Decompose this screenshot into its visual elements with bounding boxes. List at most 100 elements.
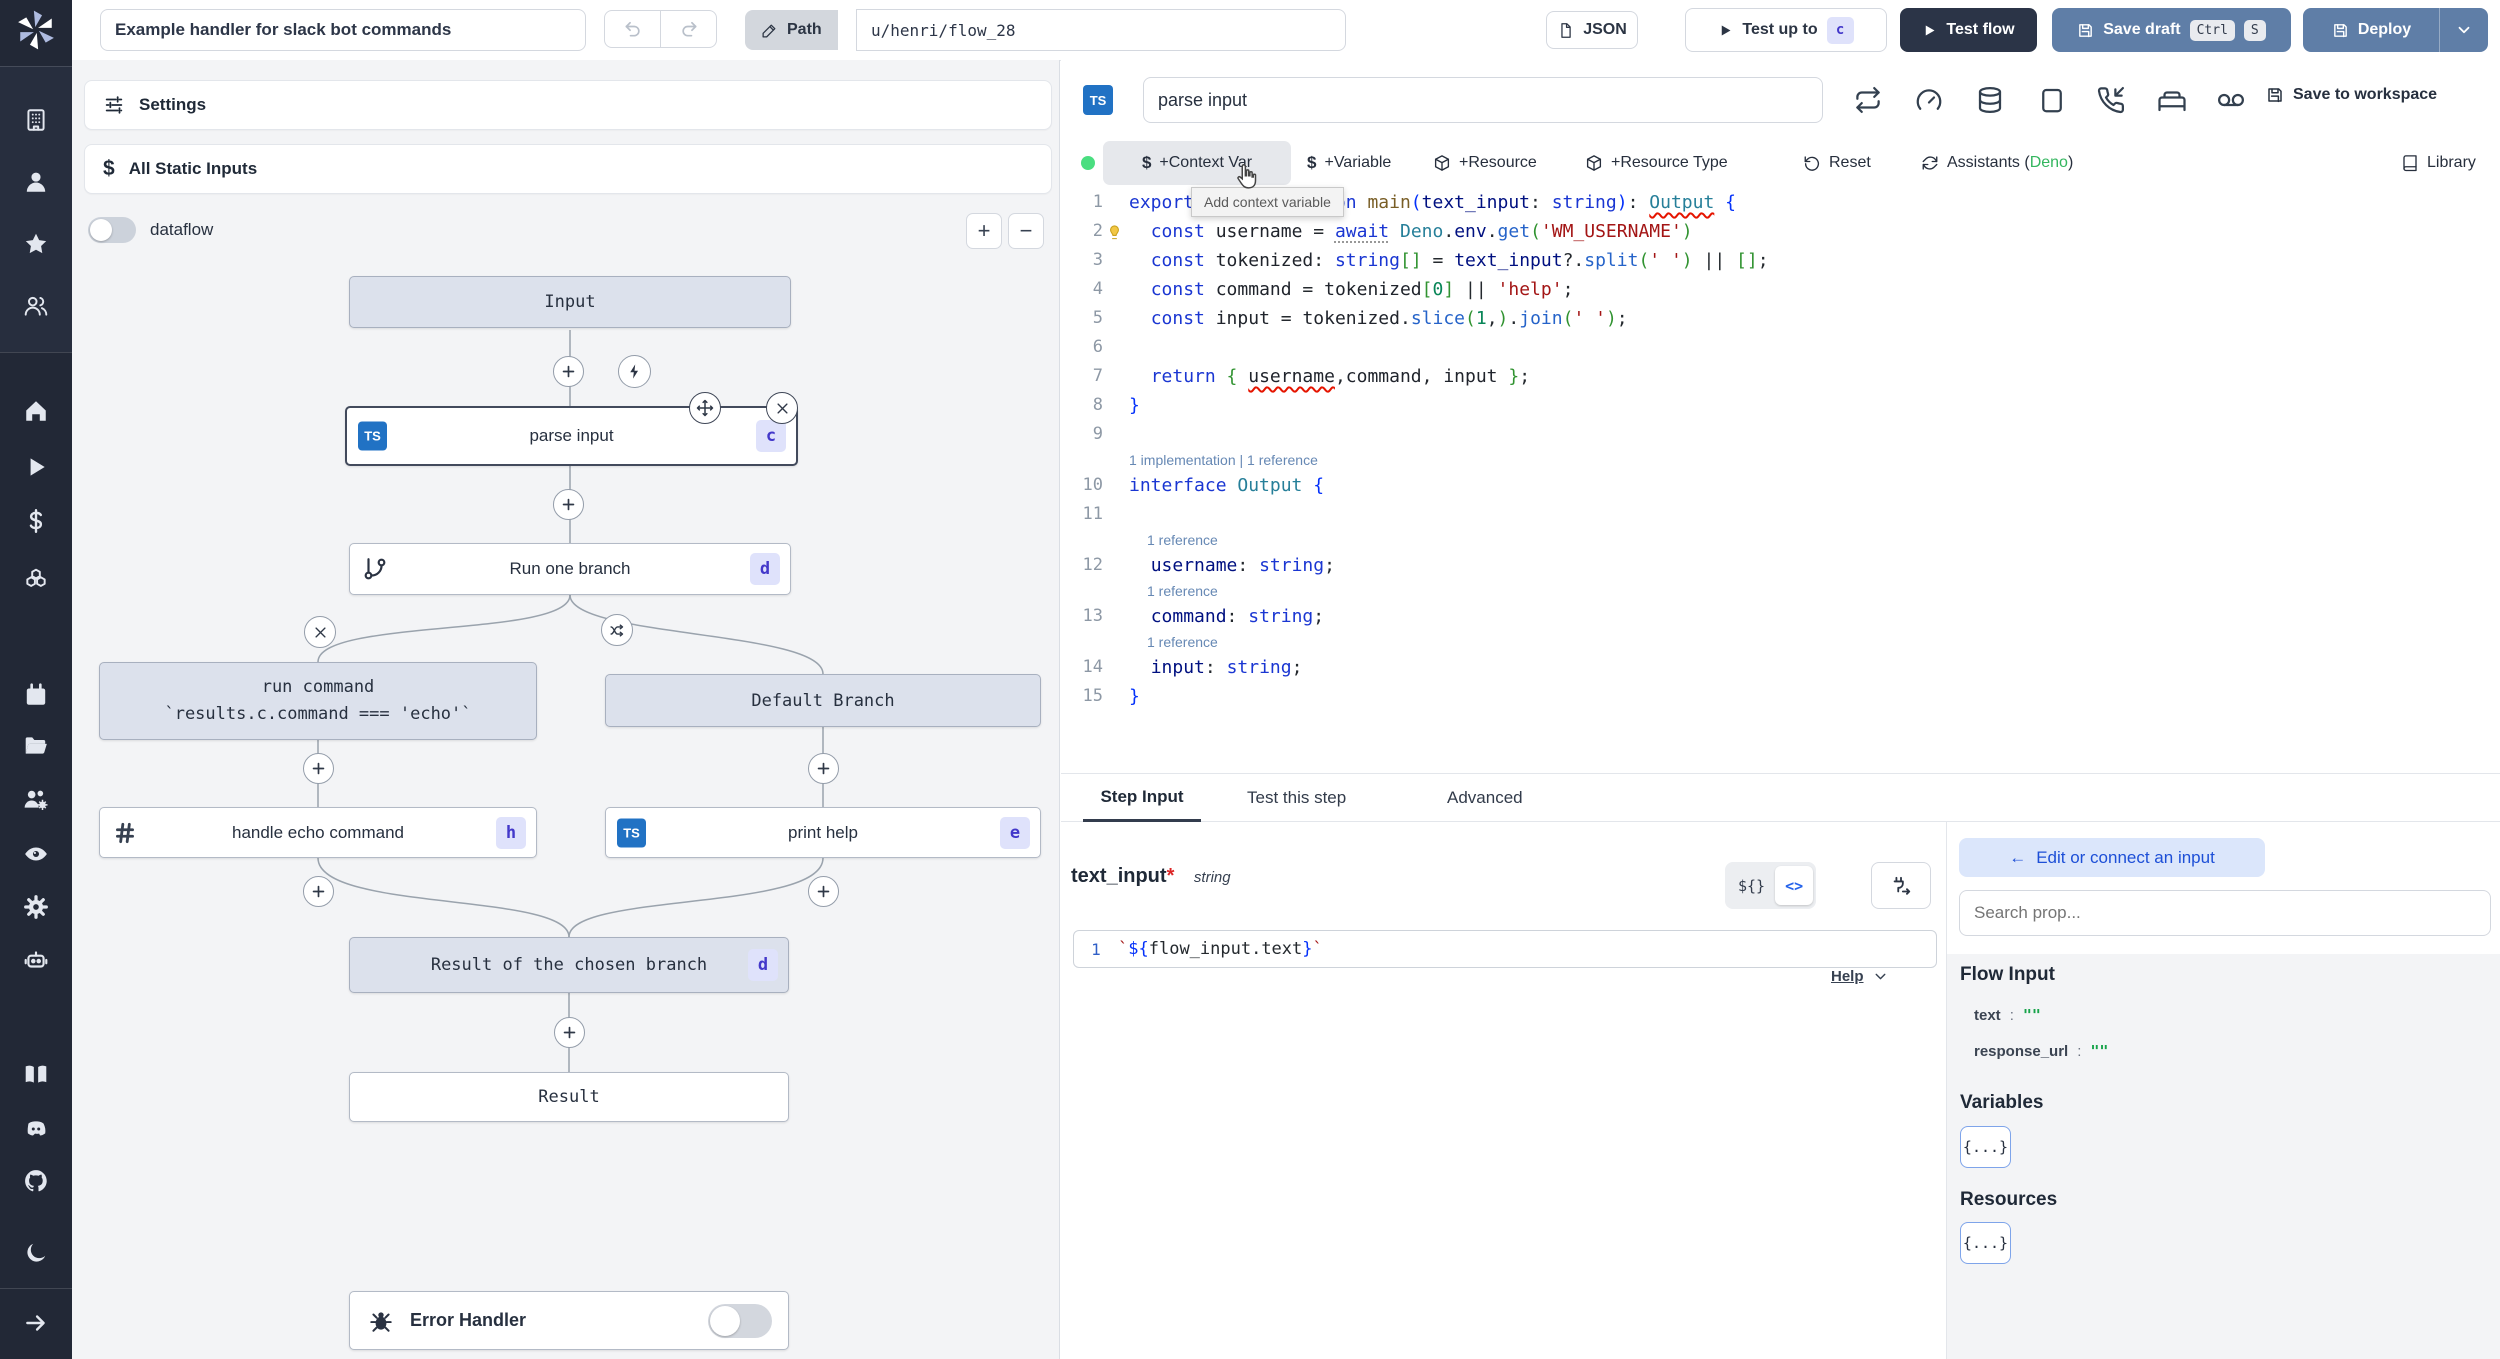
- save-to-workspace-button[interactable]: Save to workspace: [2266, 86, 2437, 104]
- deploy-button[interactable]: Deploy: [2304, 21, 2439, 39]
- bot-icon[interactable]: [23, 947, 49, 973]
- arrow-right-icon[interactable]: [23, 1310, 49, 1336]
- save-draft-button[interactable]: Save draft Ctrl S: [2052, 8, 2291, 52]
- flow-node-result-of-branch[interactable]: Result of the chosen branch d: [349, 937, 789, 993]
- users-icon[interactable]: [23, 293, 49, 319]
- flow-node-print-help[interactable]: TS print help e: [605, 807, 1041, 858]
- connect-input-button[interactable]: [1871, 862, 1931, 909]
- discord-icon[interactable]: [23, 1116, 49, 1142]
- repeat-icon[interactable]: [1853, 85, 1883, 115]
- folder-open-icon[interactable]: [23, 733, 49, 759]
- book-open-icon[interactable]: [23, 1061, 49, 1087]
- add-variable-button[interactable]: $ +Variable: [1307, 141, 1391, 185]
- square-icon[interactable]: [2037, 85, 2067, 115]
- swap-branch-button[interactable]: [601, 614, 633, 646]
- code-line[interactable]: 2 const username = await Deno.env.get('W…: [1061, 217, 2500, 246]
- error-handler-toggle[interactable]: [708, 1304, 772, 1338]
- eye-icon[interactable]: [23, 841, 49, 867]
- add-context-var-button[interactable]: $ +Context Var: [1103, 141, 1291, 185]
- delete-step-button[interactable]: [766, 392, 798, 424]
- flow-node-parse-input[interactable]: TS parse input c: [345, 406, 798, 466]
- undo-button[interactable]: [604, 10, 661, 48]
- add-step-button[interactable]: [303, 753, 334, 784]
- edit-or-connect-button[interactable]: ← Edit or connect an input: [1959, 838, 2265, 877]
- resources-chip[interactable]: {...}: [1960, 1222, 2011, 1264]
- search-prop-input[interactable]: [1959, 890, 2491, 936]
- code-line[interactable]: 15}: [1061, 682, 2500, 711]
- code-line[interactable]: 12 username: string;: [1061, 551, 2500, 580]
- code-line[interactable]: 13 command: string;: [1061, 602, 2500, 631]
- building-icon[interactable]: [23, 107, 49, 133]
- flow-node-result[interactable]: Result: [349, 1072, 789, 1122]
- codelens-link[interactable]: 1 reference: [1147, 580, 1218, 602]
- json-button[interactable]: JSON: [1546, 11, 1638, 49]
- redo-button[interactable]: [660, 10, 717, 48]
- assistants-button[interactable]: Assistants (Deno): [1921, 141, 2073, 185]
- code-line[interactable]: 14 input: string;: [1061, 653, 2500, 682]
- code-line[interactable]: 9: [1061, 420, 2500, 449]
- user-icon[interactable]: [23, 169, 49, 195]
- moon-icon[interactable]: [23, 1240, 49, 1266]
- code-line[interactable]: 8}: [1061, 391, 2500, 420]
- prop-row-response-url[interactable]: response_url: "": [1974, 1042, 2108, 1060]
- error-handler-card[interactable]: Error Handler: [349, 1291, 789, 1350]
- library-button[interactable]: Library: [2401, 141, 2476, 185]
- home-icon[interactable]: [23, 398, 49, 424]
- star-icon[interactable]: [23, 231, 49, 257]
- move-step-button[interactable]: [689, 392, 721, 424]
- test-flow-button[interactable]: Test flow: [1900, 8, 2037, 52]
- flow-title-input[interactable]: [100, 9, 586, 51]
- prop-row-text[interactable]: text: "": [1974, 1006, 2041, 1024]
- add-step-button[interactable]: [303, 876, 334, 907]
- code-line[interactable]: 5 const input = tokenized.slice(1,).join…: [1061, 304, 2500, 333]
- add-step-button[interactable]: [553, 489, 584, 520]
- codelens-link[interactable]: 1 reference: [1147, 529, 1218, 551]
- flow-node-input[interactable]: Input: [349, 276, 791, 328]
- boxes-icon[interactable]: [23, 567, 49, 593]
- tab-advanced[interactable]: Advanced: [1447, 774, 1523, 822]
- remove-branch-button[interactable]: [304, 616, 336, 648]
- bed-icon[interactable]: [2157, 85, 2187, 115]
- add-resource-button[interactable]: +Resource: [1433, 141, 1537, 185]
- dollar-icon[interactable]: [23, 508, 49, 534]
- reset-button[interactable]: Reset: [1803, 141, 1871, 185]
- tab-step-input[interactable]: Step Input: [1083, 774, 1201, 822]
- code-line[interactable]: 3 const tokenized: string[] = text_input…: [1061, 246, 2500, 275]
- chevron-down-icon[interactable]: [1872, 968, 1889, 985]
- database-icon[interactable]: [1975, 85, 2005, 115]
- add-resource-type-button[interactable]: +Resource Type: [1585, 141, 1728, 185]
- windmill-logo[interactable]: [15, 9, 57, 51]
- play-icon[interactable]: [23, 454, 49, 480]
- variables-chip[interactable]: {...}: [1960, 1126, 2011, 1168]
- voicemail-icon[interactable]: [2216, 85, 2246, 115]
- codelens-link[interactable]: 1 implementation | 1 reference: [1129, 449, 1318, 471]
- phone-incoming-icon[interactable]: [2096, 85, 2126, 115]
- users-gear-icon[interactable]: [23, 787, 49, 813]
- lightbulb-icon[interactable]: [1105, 222, 1124, 241]
- code-line[interactable]: 6: [1061, 333, 2500, 362]
- expression-editor[interactable]: 1 `${flow_input.text}`: [1073, 930, 1937, 968]
- github-icon[interactable]: [23, 1168, 49, 1194]
- code-line[interactable]: 7 return { username,command, input };: [1061, 362, 2500, 391]
- gear-icon[interactable]: [23, 894, 49, 920]
- trigger-bolt-button[interactable]: [618, 355, 651, 388]
- flow-node-run-one-branch[interactable]: Run one branch d: [349, 543, 791, 595]
- codelens-link[interactable]: 1 reference: [1147, 631, 1218, 653]
- help-link[interactable]: Help: [1831, 968, 1864, 985]
- add-step-button[interactable]: [554, 1017, 585, 1048]
- path-input[interactable]: [856, 9, 1346, 51]
- step-name-input[interactable]: [1143, 77, 1823, 123]
- code-line[interactable]: 4 const command = tokenized[0] || 'help'…: [1061, 275, 2500, 304]
- javascript-mode-option[interactable]: <>: [1775, 866, 1814, 905]
- test-up-to-button[interactable]: Test up to c: [1685, 8, 1887, 52]
- flow-node-default-branch[interactable]: Default Branch: [605, 674, 1041, 727]
- code-line[interactable]: 10 interface Output {: [1061, 471, 2500, 500]
- flow-node-branch-condition[interactable]: run command `results.c.command === 'echo…: [99, 662, 537, 740]
- static-mode-option[interactable]: ${}: [1728, 866, 1775, 905]
- gauge-icon[interactable]: [1914, 85, 1944, 115]
- add-step-button[interactable]: [808, 876, 839, 907]
- calendar-icon[interactable]: [23, 682, 49, 708]
- deploy-dropdown-button[interactable]: [2440, 21, 2487, 39]
- add-step-button[interactable]: [808, 753, 839, 784]
- code-line[interactable]: 11: [1061, 500, 2500, 529]
